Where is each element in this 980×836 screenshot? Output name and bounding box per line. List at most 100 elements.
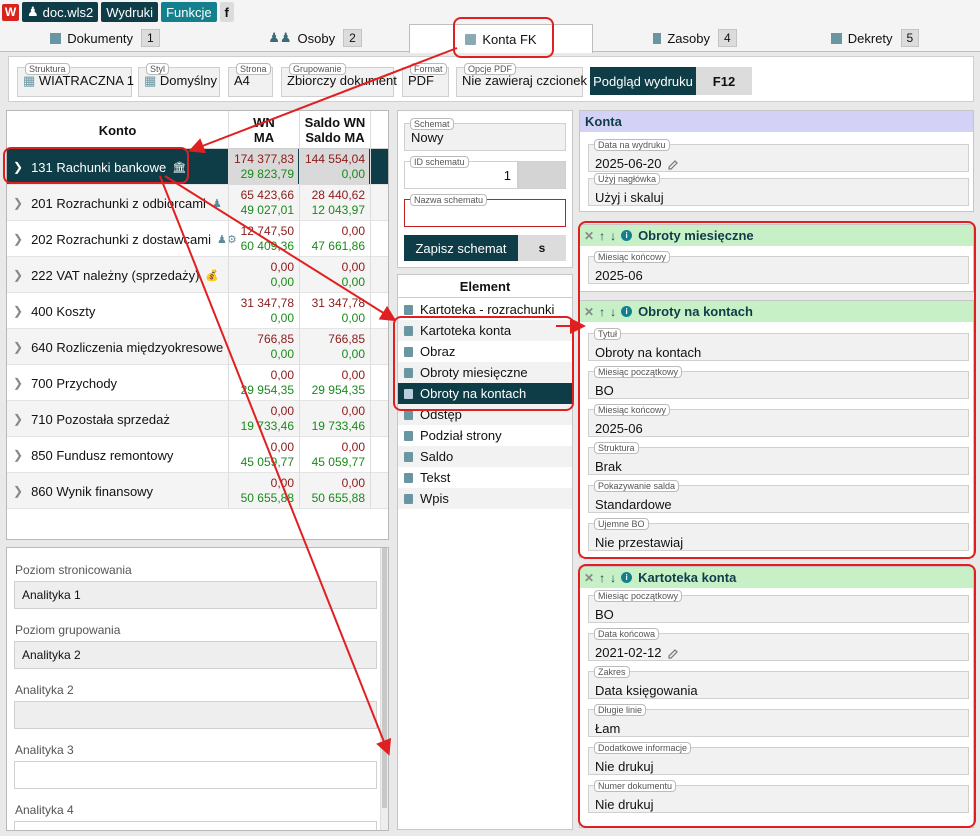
scrollbar-thumb[interactable] bbox=[382, 548, 387, 808]
field-label: Data końcowa bbox=[594, 628, 660, 640]
edit-pencil-icon[interactable] bbox=[667, 159, 679, 171]
range-field[interactable]: Zakres Data księgowania bbox=[588, 666, 969, 699]
element-item[interactable]: Obroty na kontach bbox=[398, 383, 572, 404]
move-down-icon[interactable]: ↓ bbox=[610, 229, 616, 243]
move-down-icon[interactable]: ↓ bbox=[610, 571, 616, 585]
tab-dokumenty[interactable]: Dokumenty 1 bbox=[30, 24, 180, 52]
info-icon[interactable]: i bbox=[621, 230, 633, 241]
element-item[interactable]: Wpis bbox=[398, 488, 572, 509]
analytics-2-select[interactable] bbox=[14, 701, 377, 729]
negative-bo-field[interactable]: Ujemne BO Nie przestawiaj bbox=[588, 518, 969, 551]
start-month-field[interactable]: Miesiąc początkowy BO bbox=[588, 590, 969, 623]
table-row[interactable]: ❯ 400 Koszty 31 347,78 0,00 31 347,78 0,00 bbox=[7, 293, 388, 329]
info-icon[interactable]: i bbox=[621, 306, 633, 317]
info-icon[interactable]: i bbox=[621, 572, 633, 583]
print-date-field[interactable]: Data na wydruku 2025-06-20 bbox=[588, 139, 969, 172]
field-value: BO bbox=[595, 383, 614, 398]
col-saldo[interactable]: Saldo WN Saldo MA bbox=[299, 111, 370, 149]
tab-label: Osoby bbox=[297, 30, 336, 46]
long-lines-field[interactable]: Długie linie Łam bbox=[588, 704, 969, 737]
table-row[interactable]: ❯ 700 Przychody 0,00 29 954,35 0,00 29 954,35 bbox=[7, 365, 388, 401]
user-button[interactable]: ♟ doc.wls2 bbox=[22, 2, 99, 22]
chevron-right-icon[interactable]: ❯ bbox=[13, 196, 23, 210]
element-item[interactable]: Obroty miesięczne bbox=[398, 362, 572, 383]
element-item[interactable]: Tekst bbox=[398, 467, 572, 488]
element-item[interactable]: Saldo bbox=[398, 446, 572, 467]
field-label: Zakres bbox=[594, 666, 630, 678]
move-up-icon[interactable]: ↑ bbox=[599, 305, 605, 319]
table-row[interactable]: ❯ 850 Fundusz remontowy 0,00 45 059,77 0,00 4… bbox=[7, 437, 388, 473]
struktura-select[interactable]: Struktura ▦ WIATRACZNA 1 bbox=[17, 63, 134, 97]
chevron-right-icon[interactable]: ❯ bbox=[13, 448, 23, 462]
end-date-field[interactable]: Data końcowa 2021-02-12 bbox=[588, 628, 969, 661]
table-row[interactable]: ❯ 131 Rachunki bankowe 🏛 174 377,83 29 823,7… bbox=[7, 149, 388, 185]
save-schema-button[interactable]: Zapisz schemat bbox=[404, 235, 518, 261]
start-month-field[interactable]: Miesiąc początkowy BO bbox=[588, 366, 969, 399]
chevron-right-icon[interactable]: ❯ bbox=[13, 340, 23, 354]
styl-select[interactable]: Styl ▦ Domyślny bbox=[138, 63, 220, 97]
header-usage-field[interactable]: Użyj nagłówka Użyj i skaluj bbox=[588, 173, 969, 206]
element-item[interactable]: Obraz bbox=[398, 341, 572, 362]
chevron-right-icon[interactable]: ❯ bbox=[13, 484, 23, 498]
additional-info-field[interactable]: Dodatkowe informacje Nie drukuj bbox=[588, 742, 969, 775]
analytics-3-select[interactable] bbox=[14, 761, 377, 789]
col-wn-ma[interactable]: WN MA bbox=[228, 111, 299, 149]
schema-id-spinner[interactable] bbox=[518, 161, 566, 189]
schema-select[interactable]: Schemat Nowy bbox=[404, 118, 566, 151]
table-row[interactable]: ❯ 201 Rozrachunki z odbiorcami ♟ 65 423,66 4… bbox=[7, 185, 388, 221]
menu-wydruki[interactable]: Wydruki bbox=[101, 2, 159, 22]
saldo-cell: 0,00 50 655,88 bbox=[299, 473, 369, 509]
table-row[interactable]: ❯ 640 Rozliczenia międzyokresowe 766,85 0,0… bbox=[7, 329, 388, 365]
element-item[interactable]: Kartoteka - rozrachunki bbox=[398, 299, 572, 320]
chevron-right-icon[interactable]: ❯ bbox=[13, 304, 23, 318]
element-item[interactable]: Podział strony bbox=[398, 425, 572, 446]
remove-section-icon[interactable]: ✕ bbox=[584, 305, 594, 319]
analytics-4-select[interactable] bbox=[14, 821, 377, 830]
opcje-pdf-select[interactable]: Opcje PDF Nie zawieraj czcionek bbox=[456, 63, 587, 97]
table-row[interactable]: ❯ 860 Wynik finansowy 0,00 50 655,88 0,00 50 … bbox=[7, 473, 388, 509]
section-title: Obroty miesięczne bbox=[638, 228, 754, 243]
end-month-field[interactable]: Miesiąc końcowy 2025-06 bbox=[588, 251, 969, 284]
table-row[interactable]: ❯ 710 Pozostała sprzedaż 0,00 19 733,46 0,00… bbox=[7, 401, 388, 437]
move-up-icon[interactable]: ↑ bbox=[599, 571, 605, 585]
paging-level-select[interactable]: Analityka 1 bbox=[14, 581, 377, 609]
menu-f-shortcut[interactable]: f bbox=[219, 2, 234, 22]
remove-section-icon[interactable]: ✕ bbox=[584, 229, 594, 243]
format-select[interactable]: Format PDF bbox=[402, 63, 449, 97]
title-field[interactable]: Tytuł Obroty na kontach bbox=[588, 328, 969, 361]
schema-id-input[interactable]: ID schematu 1 bbox=[404, 156, 518, 189]
chevron-right-icon[interactable]: ❯ bbox=[13, 376, 23, 390]
document-number-field[interactable]: Numer dokumentu Nie drukuj bbox=[588, 780, 969, 813]
grupowanie-select[interactable]: Grupowanie Zbiorczy dokument bbox=[281, 63, 397, 97]
chevron-right-icon[interactable]: ❯ bbox=[13, 412, 23, 426]
tab-konta-fk[interactable]: Konta FK bbox=[409, 24, 593, 53]
strona-select[interactable]: Strona A4 bbox=[228, 63, 273, 97]
structure-field[interactable]: Struktura Brak bbox=[588, 442, 969, 475]
table-row[interactable]: ❯ 222 VAT należny (sprzedaży) 💰 0,00 0,00 0,0… bbox=[7, 257, 388, 293]
element-item[interactable]: Kartoteka konta bbox=[398, 320, 572, 341]
ma-value: 0,00 bbox=[270, 347, 294, 361]
remove-section-icon[interactable]: ✕ bbox=[584, 571, 594, 585]
end-month-field[interactable]: Miesiąc końcowy 2025-06 bbox=[588, 404, 969, 437]
chevron-right-icon[interactable]: ❯ bbox=[13, 160, 23, 174]
element-item[interactable]: Odstęp bbox=[398, 404, 572, 425]
tab-zasoby[interactable]: Zasoby 4 bbox=[620, 24, 770, 52]
move-up-icon[interactable]: ↑ bbox=[599, 229, 605, 243]
menu-funkcje[interactable]: Funkcje bbox=[161, 2, 217, 22]
chevron-right-icon[interactable]: ❯ bbox=[13, 232, 23, 246]
grouping-level-select[interactable]: Analityka 2 bbox=[14, 641, 377, 669]
chevron-right-icon[interactable]: ❯ bbox=[13, 268, 23, 282]
save-schema-shortcut[interactable]: s bbox=[518, 235, 566, 261]
print-preview-button[interactable]: Podgląd wydruku F12 bbox=[590, 67, 752, 95]
move-down-icon[interactable]: ↓ bbox=[610, 305, 616, 319]
col-konto[interactable]: Konto bbox=[7, 111, 228, 149]
saldo-ma-value: 45 059,77 bbox=[311, 455, 365, 469]
table-row[interactable]: ❯ 202 Rozrachunki z dostawcami ♟⚙ 12 747,50… bbox=[7, 221, 388, 257]
tab-dekrety[interactable]: Dekrety 5 bbox=[800, 24, 950, 52]
edit-pencil-icon[interactable] bbox=[667, 648, 679, 660]
levels-scrollbar[interactable] bbox=[380, 548, 388, 830]
tab-osoby[interactable]: ♟♟ Osoby 2 bbox=[240, 24, 390, 52]
field-label: Miesiąc początkowy bbox=[594, 590, 683, 602]
balance-display-field[interactable]: Pokazywanie salda Standardowe bbox=[588, 480, 969, 513]
schema-name-input[interactable]: Nazwa schematu bbox=[404, 194, 566, 227]
